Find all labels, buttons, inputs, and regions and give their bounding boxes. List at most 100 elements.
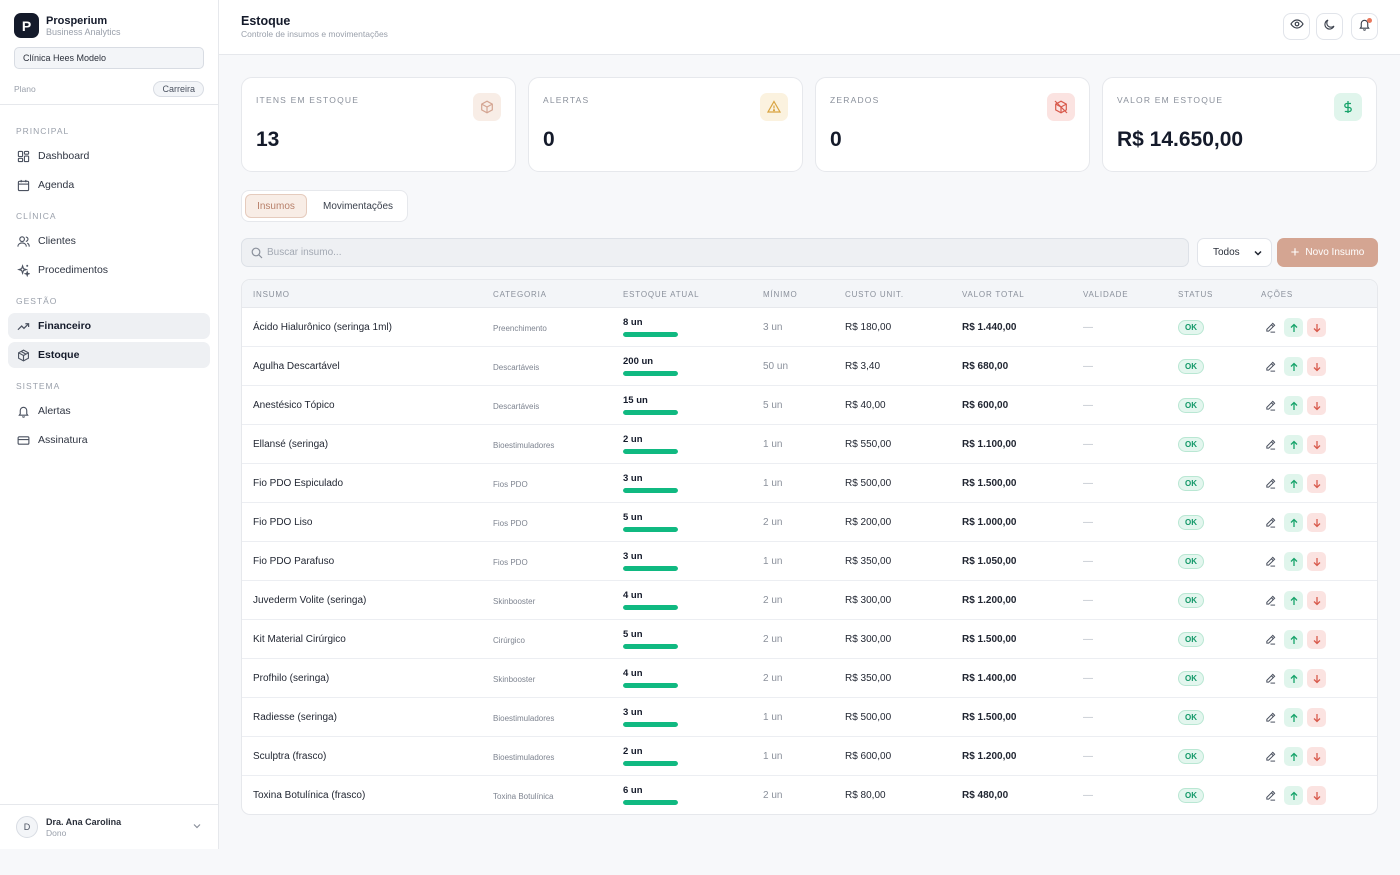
table-row[interactable]: Toxina Botulínica (frasco) Toxina Botulín…: [242, 776, 1377, 814]
user-menu[interactable]: D Dra. Ana Carolina Dono: [0, 804, 218, 849]
stock-in-button[interactable]: [1284, 396, 1303, 415]
insumo-validity: —: [1083, 634, 1093, 645]
sidebar-item-label: Agenda: [38, 179, 75, 191]
notifications-button[interactable]: [1351, 13, 1378, 40]
sidebar-item-procedimentos[interactable]: Procedimentos: [8, 257, 210, 283]
insumo-validity: —: [1083, 673, 1093, 684]
stock-in-button[interactable]: [1284, 552, 1303, 571]
tab-movimentacoes[interactable]: Movimentações: [312, 194, 404, 218]
edit-button[interactable]: [1261, 396, 1280, 415]
table-row[interactable]: Radiesse (seringa) Bioestimuladores 3 un 1 …: [242, 698, 1377, 737]
table-row[interactable]: Ácido Hialurônico (seringa 1ml) Preenchim…: [242, 308, 1377, 347]
search-input[interactable]: [267, 247, 1147, 258]
stock-out-button[interactable]: [1307, 318, 1326, 337]
sidebar-item-clientes[interactable]: Clientes: [8, 228, 210, 254]
stock-out-button[interactable]: [1307, 552, 1326, 571]
stock-out-button[interactable]: [1307, 513, 1326, 532]
edit-button[interactable]: [1261, 435, 1280, 454]
table-row[interactable]: Profhilo (seringa) Skinbooster 4 un 2 un R$ …: [242, 659, 1377, 698]
insumo-validity: —: [1083, 361, 1093, 372]
stock-in-button[interactable]: [1284, 669, 1303, 688]
stock-in-button[interactable]: [1284, 708, 1303, 727]
sidebar-item-dashboard[interactable]: Dashboard: [8, 143, 210, 169]
insumo-minimum: 1 un: [763, 712, 783, 723]
tab-insumos[interactable]: Insumos: [245, 194, 307, 218]
stock-out-button[interactable]: [1307, 669, 1326, 688]
stock-in-button[interactable]: [1284, 474, 1303, 493]
arrow-down-icon: [1313, 752, 1320, 761]
visibility-button[interactable]: [1283, 13, 1310, 40]
sidebar-item-financeiro[interactable]: Financeiro: [8, 313, 210, 339]
edit-button[interactable]: [1261, 357, 1280, 376]
insumo-minimum: 1 un: [763, 556, 783, 567]
plus-icon: +: [1290, 243, 1300, 261]
table-row[interactable]: Fio PDO Liso Fios PDO 5 un 2 un R$ 200,00 R$ …: [242, 503, 1377, 542]
arrow-down-icon: [1313, 323, 1320, 332]
edit-button[interactable]: [1261, 747, 1280, 766]
pencil-icon: [1266, 634, 1276, 645]
stock-out-button[interactable]: [1307, 396, 1326, 415]
table-row[interactable]: Fio PDO Parafuso Fios PDO 3 un 1 un R$ 350,0…: [242, 542, 1377, 581]
stock-level-fill: [623, 332, 678, 337]
edit-button[interactable]: [1261, 630, 1280, 649]
pencil-icon: [1266, 790, 1276, 801]
insumo-stock: 200 un: [623, 356, 654, 367]
stock-out-button[interactable]: [1307, 357, 1326, 376]
insumo-name: Radiesse (seringa): [253, 712, 337, 723]
stock-out-button[interactable]: [1307, 708, 1326, 727]
table-row[interactable]: Juvederm Volite (seringa) Skinbooster 4 un…: [242, 581, 1377, 620]
stat-card-zeroed: ZERADOS 0: [815, 77, 1090, 172]
stock-out-button[interactable]: [1307, 591, 1326, 610]
tab-bar: Insumos Movimentações: [241, 190, 408, 222]
insumo-category: Descartáveis: [493, 402, 540, 411]
stock-in-button[interactable]: [1284, 435, 1303, 454]
clinic-selector[interactable]: Clínica Hees Modelo: [14, 47, 204, 69]
column-header: ESTOQUE ATUAL: [623, 290, 700, 299]
insumo-unit-cost: R$ 180,00: [845, 322, 892, 333]
stock-level-fill: [623, 722, 678, 727]
table-row[interactable]: Agulha Descartável Descartáveis 200 un 50 u…: [242, 347, 1377, 386]
table-row[interactable]: Sculptra (frasco) Bioestimuladores 2 un 1 u…: [242, 737, 1377, 776]
stock-in-button[interactable]: [1284, 318, 1303, 337]
edit-button[interactable]: [1261, 552, 1280, 571]
edit-button[interactable]: [1261, 669, 1280, 688]
sidebar-item-estoque[interactable]: Estoque: [8, 342, 210, 368]
insumo-total-value: R$ 480,00: [962, 790, 1009, 801]
stock-in-button[interactable]: [1284, 513, 1303, 532]
edit-button[interactable]: [1261, 318, 1280, 337]
edit-button[interactable]: [1261, 786, 1280, 805]
edit-button[interactable]: [1261, 591, 1280, 610]
table-row[interactable]: Ellansé (seringa) Bioestimuladores 2 un 1 u…: [242, 425, 1377, 464]
sidebar-item-assinatura[interactable]: Assinatura: [8, 427, 210, 453]
stock-out-button[interactable]: [1307, 747, 1326, 766]
search-box[interactable]: [241, 238, 1189, 267]
sidebar-item-label: Dashboard: [38, 150, 90, 162]
stock-out-button[interactable]: [1307, 786, 1326, 805]
insumo-validity: —: [1083, 790, 1093, 801]
stock-level-bar: [623, 488, 678, 493]
new-insumo-button[interactable]: + Novo Insumo: [1277, 238, 1378, 267]
edit-button[interactable]: [1261, 708, 1280, 727]
insumo-unit-cost: R$ 350,00: [845, 673, 892, 684]
insumo-unit-cost: R$ 200,00: [845, 517, 892, 528]
edit-button[interactable]: [1261, 474, 1280, 493]
theme-toggle-button[interactable]: [1316, 13, 1343, 40]
stock-in-button[interactable]: [1284, 630, 1303, 649]
sidebar-item-agenda[interactable]: Agenda: [8, 172, 210, 198]
arrow-up-icon: [1290, 323, 1297, 332]
sidebar-item-alertas[interactable]: Alertas: [8, 398, 210, 424]
table-row[interactable]: Kit Material Cirúrgico Cirúrgico 5 un 2 un R…: [242, 620, 1377, 659]
stock-out-button[interactable]: [1307, 435, 1326, 454]
nav-section-title: PRINCIPAL: [16, 126, 70, 136]
stock-in-button[interactable]: [1284, 591, 1303, 610]
table-row[interactable]: Anestésico Tópico Descartáveis 15 un 5 un R$…: [242, 386, 1377, 425]
stock-in-button[interactable]: [1284, 357, 1303, 376]
table-row[interactable]: Fio PDO Espiculado Fios PDO 3 un 1 un R$ 500…: [242, 464, 1377, 503]
brand[interactable]: P Prosperium Business Analytics: [0, 0, 218, 38]
status-filter-select[interactable]: Todos: [1197, 238, 1272, 267]
edit-button[interactable]: [1261, 513, 1280, 532]
stock-in-button[interactable]: [1284, 747, 1303, 766]
stock-out-button[interactable]: [1307, 474, 1326, 493]
stock-out-button[interactable]: [1307, 630, 1326, 649]
stock-in-button[interactable]: [1284, 786, 1303, 805]
